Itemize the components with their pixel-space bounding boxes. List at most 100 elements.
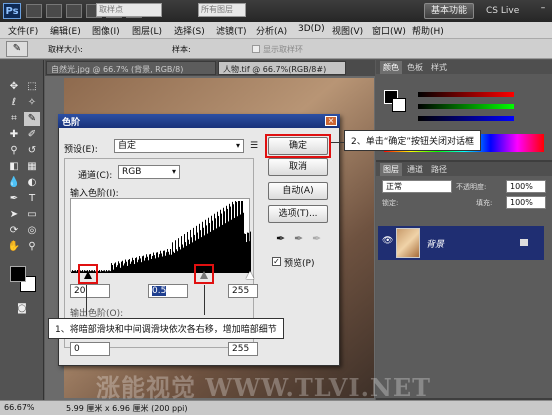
3d-rotate-icon[interactable]: ⟳ <box>6 224 22 238</box>
histogram-bar <box>181 236 182 273</box>
input-white-field[interactable]: 255 <box>228 284 258 298</box>
histogram-bar <box>167 249 168 273</box>
quick-select-tool-icon[interactable]: ✧ <box>24 96 40 110</box>
zoom-tool-icon[interactable]: ⚲ <box>24 240 40 254</box>
pen-tool-icon[interactable]: ✒ <box>6 192 22 206</box>
show-ring-checkbox[interactable] <box>252 45 260 53</box>
marquee-tool-icon[interactable]: ⬚ <box>24 80 40 94</box>
quick-mask-icon[interactable]: ◙ <box>14 302 30 316</box>
channel-select[interactable]: RGB <box>118 165 180 179</box>
zoom-readout[interactable]: 66.67% <box>4 403 35 412</box>
move-tool-icon[interactable]: ✥ <box>6 80 22 94</box>
bridge-icon[interactable] <box>26 4 42 18</box>
foreground-color-swatch-top[interactable] <box>10 266 26 282</box>
healing-brush-icon[interactable]: ✚ <box>6 128 22 142</box>
view-extras-icon[interactable] <box>66 4 82 18</box>
dialog-close-icon[interactable]: × <box>325 116 337 126</box>
sample-select[interactable]: 所有图层 <box>198 3 246 17</box>
menu-filter[interactable]: 滤镜(T) <box>216 24 247 37</box>
fill-field[interactable]: 100% <box>506 196 546 209</box>
histogram-bar <box>238 201 239 273</box>
menu-analysis[interactable]: 分析(A) <box>256 24 287 37</box>
white-eyedropper-icon[interactable]: ✒ <box>312 232 321 245</box>
workspace-button[interactable]: 基本功能 <box>424 3 474 19</box>
histogram-bar <box>164 250 165 273</box>
menu-file[interactable]: 文件(F) <box>8 24 38 37</box>
tab-channels[interactable]: 通道 <box>404 163 426 176</box>
histogram-bar <box>135 258 136 273</box>
tab-color[interactable]: 颜色 <box>380 61 402 74</box>
preview-checkbox[interactable]: ✓ <box>272 257 281 266</box>
output-black-field[interactable]: 0 <box>70 342 110 356</box>
histogram-bar <box>171 254 172 273</box>
gradient-tool-icon[interactable]: ▦ <box>24 160 40 174</box>
eraser-tool-icon[interactable]: ◧ <box>6 160 22 174</box>
clone-stamp-icon[interactable]: ⚲ <box>6 144 22 158</box>
auto-button[interactable]: 自动(A) <box>268 182 328 200</box>
options-button[interactable]: 选项(T)... <box>268 205 328 223</box>
histogram-bar <box>234 217 235 273</box>
output-white-field[interactable]: 255 <box>228 342 258 356</box>
histogram-bar <box>153 252 154 273</box>
menu-help[interactable]: 帮助(H) <box>412 24 444 37</box>
red-slider[interactable] <box>418 92 514 97</box>
tab-natural-light[interactable]: 自然光.jpg @ 66.7% (背景, RGB/8) <box>46 61 216 75</box>
channel-dropdown-icon[interactable]: ▾ <box>172 167 176 176</box>
tab-paths[interactable]: 路径 <box>428 163 450 176</box>
tab-styles[interactable]: 样式 <box>428 61 450 74</box>
menu-view[interactable]: 视图(V) <box>332 24 363 37</box>
cancel-button[interactable]: 取消 <box>268 158 328 176</box>
shape-tool-icon[interactable]: ▭ <box>24 208 40 222</box>
histogram-bar <box>229 203 230 273</box>
history-brush-icon[interactable]: ↺ <box>24 144 40 158</box>
preset-select[interactable]: 自定 <box>114 139 244 153</box>
menu-image[interactable]: 图像(I) <box>92 24 120 37</box>
menu-3d[interactable]: 3D(D) <box>298 24 325 34</box>
menu-window[interactable]: 窗口(W) <box>372 24 406 37</box>
minimize-icon[interactable]: – <box>536 2 550 14</box>
cs-live-button[interactable]: CS Live <box>486 3 532 19</box>
gray-eyedropper-icon[interactable]: ✒ <box>294 232 303 245</box>
histogram-bar <box>175 240 176 273</box>
white-point-slider[interactable] <box>246 271 254 279</box>
preset-dropdown-icon[interactable]: ▾ <box>236 141 240 150</box>
blend-mode-select[interactable]: 正常 <box>382 180 452 193</box>
tab-swatches[interactable]: 色板 <box>404 61 426 74</box>
menu-select[interactable]: 选择(S) <box>174 24 205 37</box>
eyedropper-tool-icon[interactable]: ✎ <box>24 112 40 126</box>
eyedropper-preset-icon[interactable]: ✎ <box>6 41 28 57</box>
histogram-bar <box>192 242 193 273</box>
minibridge-icon[interactable] <box>46 4 62 18</box>
sample-size-select[interactable]: 取样点 <box>96 3 162 17</box>
histogram-bar <box>182 244 183 273</box>
brush-tool-icon[interactable]: ✐ <box>24 128 40 142</box>
layer-visibility-eye-icon[interactable]: 👁 <box>382 236 393 246</box>
menu-edit[interactable]: 编辑(E) <box>50 24 81 37</box>
lock-label: 锁定: <box>382 199 399 207</box>
input-gamma-field[interactable]: 0.5 <box>148 284 188 298</box>
histogram-bar <box>228 221 229 273</box>
document-info[interactable]: 5.99 厘米 x 6.96 厘米 (200 ppi) <box>66 403 188 414</box>
menu-layer[interactable]: 图层(L) <box>132 24 162 37</box>
lasso-tool-icon[interactable]: ℓ <box>6 96 22 110</box>
panel-bg-swatch[interactable] <box>392 98 406 112</box>
histogram-bar <box>216 228 217 273</box>
dodge-tool-icon[interactable]: ◐ <box>24 176 40 190</box>
opacity-field[interactable]: 100% <box>506 180 546 193</box>
blur-tool-icon[interactable]: 💧 <box>6 176 22 190</box>
preset-menu-icon[interactable]: ☰ <box>250 141 258 151</box>
histogram-bars <box>71 201 251 273</box>
input-black-field[interactable]: 20 <box>70 284 110 298</box>
tab-portrait[interactable]: 人物.tif @ 66.7%(RGB/8#) <box>218 61 346 75</box>
histogram-bar <box>147 256 148 273</box>
path-select-icon[interactable]: ➤ <box>6 208 22 222</box>
tab-layers[interactable]: 图层 <box>380 163 402 176</box>
black-eyedropper-icon[interactable]: ✒ <box>276 232 285 245</box>
crop-tool-icon[interactable]: ⌗ <box>6 112 22 126</box>
hand-tool-icon-2[interactable]: ✋ <box>6 240 22 254</box>
type-tool-icon[interactable]: T <box>24 192 40 206</box>
3d-camera-icon[interactable]: ◎ <box>24 224 40 238</box>
green-slider[interactable] <box>418 104 514 109</box>
ok-button-highlight <box>265 134 331 158</box>
blue-slider[interactable] <box>418 116 514 121</box>
